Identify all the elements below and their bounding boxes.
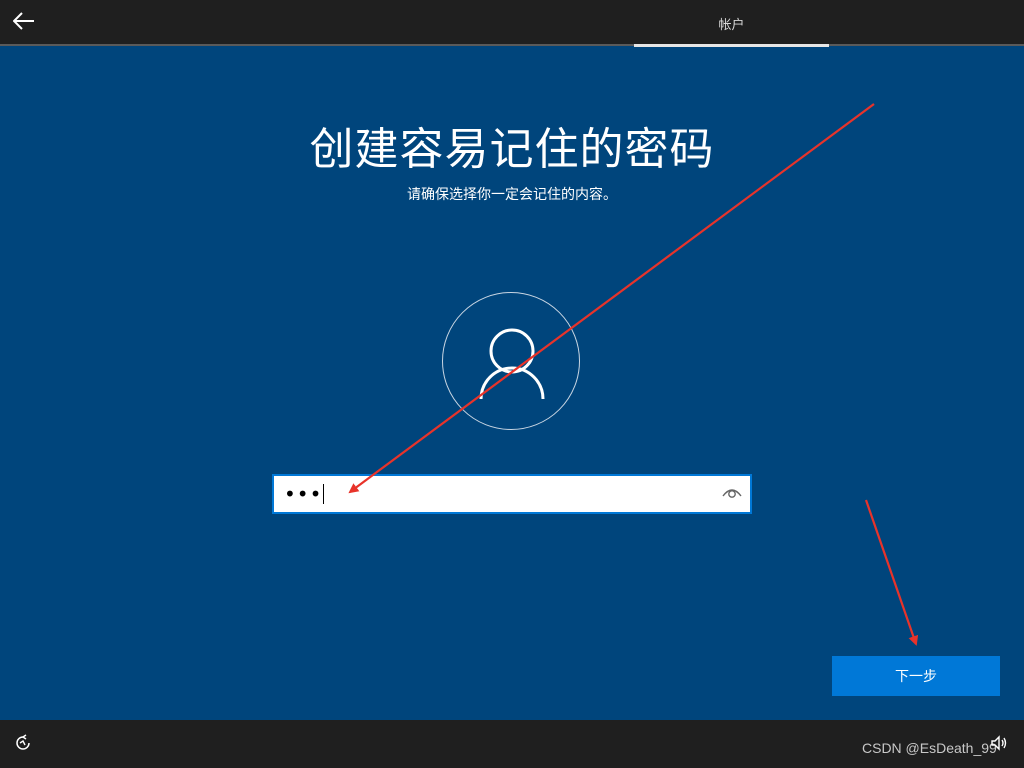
volume-icon	[990, 734, 1008, 756]
volume-button[interactable]	[988, 734, 1010, 756]
tab-active-indicator	[634, 44, 829, 47]
text-caret	[323, 484, 325, 504]
page-subtitle: 请确保选择你一定会记住的内容。	[407, 187, 617, 203]
next-button[interactable]: 下一步	[832, 656, 1000, 696]
ease-of-access-icon	[14, 734, 32, 756]
avatar	[442, 292, 580, 430]
top-bar: 帐户	[0, 0, 1024, 47]
password-value: •••	[284, 482, 325, 506]
password-input[interactable]: •••	[272, 474, 752, 514]
main-content: 创建容易记住的密码 请确保选择你一定会记住的内容。 ••• 下一步	[0, 48, 1024, 720]
back-button[interactable]	[8, 8, 40, 38]
reveal-password-button[interactable]	[720, 483, 744, 505]
tab-account[interactable]: 帐户	[634, 0, 829, 46]
page-title: 创建容易记住的密码	[309, 124, 715, 175]
bottom-bar: CSDN @EsDeath_99	[0, 720, 1024, 768]
eye-icon	[721, 485, 743, 504]
arrow-left-icon	[12, 12, 35, 34]
tab-account-label: 帐户	[718, 17, 745, 33]
ease-of-access-button[interactable]	[12, 734, 34, 756]
